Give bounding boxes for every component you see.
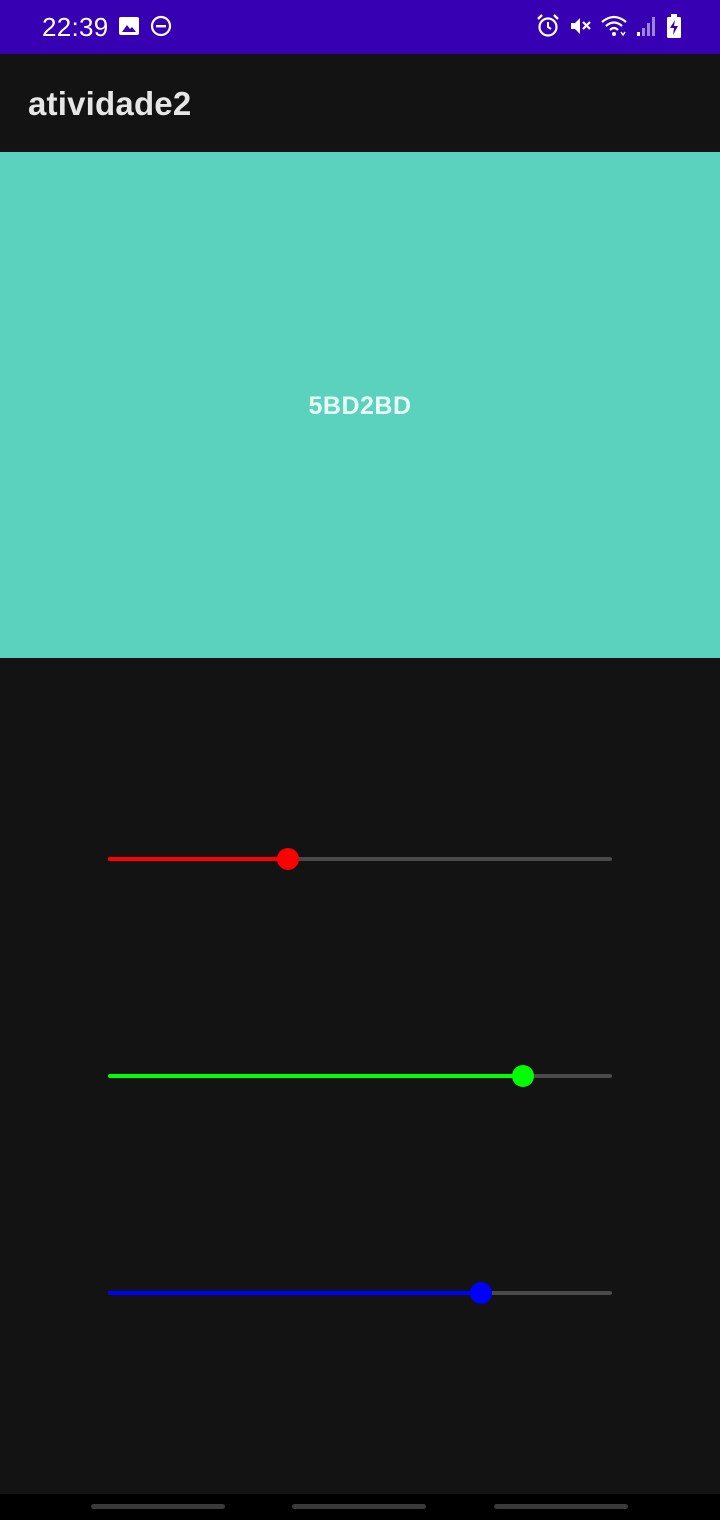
navigation-bar	[0, 1494, 720, 1520]
nav-recents-handle[interactable]	[91, 1504, 225, 1509]
green-slider[interactable]	[108, 1056, 612, 1096]
color-hex-label: 5BD2BD	[308, 391, 412, 420]
status-time: 22:39	[42, 12, 109, 42]
app-bar: atividade2	[0, 54, 720, 152]
do-not-disturb-icon	[150, 15, 172, 37]
alarm-icon	[536, 13, 560, 39]
slider-thumb[interactable]	[512, 1065, 534, 1087]
slider-fill	[108, 1074, 523, 1078]
color-preview-panel: 5BD2BD	[0, 152, 720, 658]
slider-fill	[108, 1291, 481, 1295]
image-icon	[118, 15, 140, 37]
slider-fill	[108, 857, 288, 861]
signal-icon	[636, 14, 658, 38]
status-left-icons	[118, 15, 172, 37]
status-bar: 22:39	[0, 0, 720, 54]
mute-icon	[568, 14, 592, 38]
red-slider[interactable]	[108, 839, 612, 879]
wifi-icon	[600, 14, 628, 38]
battery-charging-icon	[666, 13, 682, 39]
nav-back-handle[interactable]	[494, 1504, 628, 1509]
slider-thumb[interactable]	[470, 1282, 492, 1304]
app-title: atividade2	[28, 85, 192, 122]
slider-thumb[interactable]	[277, 848, 299, 870]
status-right-icons	[536, 13, 682, 39]
nav-home-handle[interactable]	[292, 1504, 426, 1509]
blue-slider[interactable]	[108, 1273, 612, 1313]
